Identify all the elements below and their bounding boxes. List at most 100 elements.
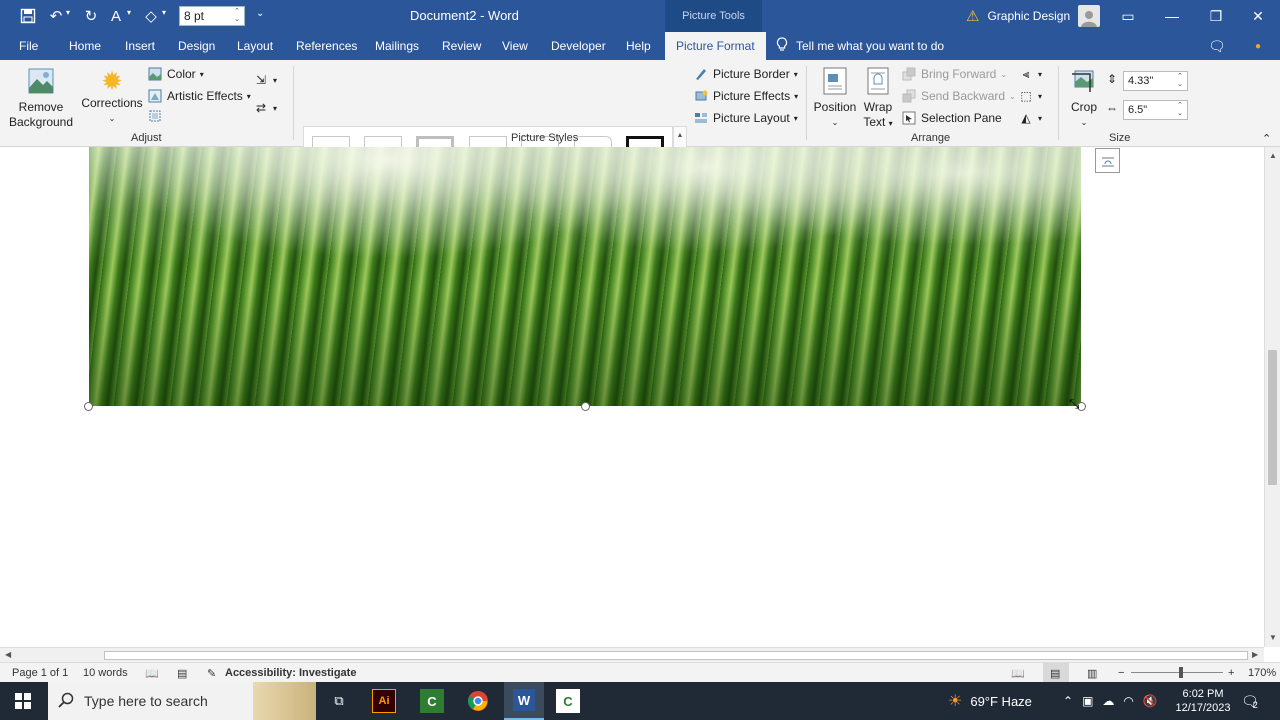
shape-height-field[interactable]: 4.33" ⌃ ⌄ — [1123, 71, 1188, 91]
horizontal-scrollbar[interactable]: ◀ ▶ — [0, 647, 1264, 662]
accessibility-icon[interactable]: ✎ — [207, 667, 216, 680]
tell-me-text[interactable]: Tell me what you want to do — [796, 39, 944, 53]
picture-border-button[interactable]: Picture Border ▾ — [693, 66, 798, 82]
scroll-right-icon[interactable]: ▶ — [1252, 650, 1258, 659]
resize-handle-bottom-middle[interactable] — [581, 402, 590, 411]
selection-pane-button[interactable]: Selection Pane — [901, 110, 1002, 126]
word-app-icon[interactable]: W — [504, 682, 544, 720]
save-icon[interactable] — [17, 5, 39, 27]
font-size-field[interactable]: 8 pt ⌃ ⌄ — [179, 6, 245, 26]
clock[interactable]: 6:02 PM 12/17/2023 — [1170, 682, 1236, 720]
document-canvas[interactable]: ⤡ — [0, 147, 1264, 647]
volume-muted-icon[interactable]: 🔇 — [1143, 694, 1158, 708]
tab-view[interactable]: View — [502, 32, 528, 60]
tab-insert[interactable]: Insert — [125, 32, 155, 60]
text-effects-icon[interactable]: A — [105, 5, 127, 27]
bring-forward-button[interactable]: Bring Forward ⌄ — [901, 66, 1007, 82]
tab-design[interactable]: Design — [178, 32, 215, 60]
weather-widget[interactable]: ☀ 69°F Haze — [948, 682, 1032, 720]
tab-picture-format[interactable]: Picture Format — [665, 32, 766, 60]
rotate-button[interactable]: ◭ ▾ — [1018, 110, 1042, 126]
zoom-slider[interactable] — [1131, 672, 1223, 673]
tray-overflow-icon[interactable]: ⌃ — [1063, 694, 1073, 708]
vertical-scrollbar[interactable]: ▲ ▼ — [1264, 147, 1280, 647]
tab-references[interactable]: References — [296, 32, 357, 60]
zoom-in-icon[interactable]: + — [1228, 667, 1234, 679]
vertical-scroll-thumb[interactable] — [1268, 350, 1277, 485]
shape-width-spin-icon[interactable]: ⌃ ⌄ — [1177, 102, 1183, 118]
windows-start-icon[interactable] — [9, 687, 37, 715]
transparency-button[interactable] — [147, 108, 163, 124]
word-count[interactable]: 10 words — [83, 667, 128, 679]
print-layout-icon[interactable]: ▤ — [1043, 663, 1069, 683]
taskbar-search-box[interactable]: Type here to search — [48, 682, 316, 720]
tell-me-search[interactable]: Tell me what you want to do — [776, 32, 944, 60]
illustrator-app-icon[interactable]: Ai — [372, 689, 396, 713]
proofing-icon[interactable]: 📖 — [145, 667, 159, 680]
tab-developer[interactable]: Developer — [551, 32, 606, 60]
zoom-out-icon[interactable]: − — [1118, 667, 1124, 679]
text-effects-dropdown-icon[interactable]: ▾ — [127, 8, 131, 17]
accessibility-status[interactable]: Accessibility: Investigate — [225, 667, 356, 679]
artistic-effects-button[interactable]: Artistic Effects ▾ — [147, 88, 251, 104]
tray-cloud-icon[interactable]: ☁ — [1102, 694, 1114, 708]
comments-icon[interactable]: 🗨 — [1208, 32, 1226, 60]
grass-picture[interactable] — [89, 147, 1081, 406]
scroll-left-icon[interactable]: ◀ — [5, 650, 11, 659]
align-button[interactable]: ⫷ ▾ — [1018, 66, 1042, 82]
zoom-slider-thumb[interactable] — [1179, 667, 1183, 678]
camtasia-app-icon[interactable]: C — [420, 689, 444, 713]
system-tray[interactable]: ⌃ ▣ ☁ ◠ 🔇 — [1063, 682, 1158, 720]
scroll-down-icon[interactable]: ▼ — [1269, 633, 1277, 642]
undo-icon[interactable]: ↶ — [45, 5, 67, 27]
group-objects-button[interactable]: ⬚ ▾ — [1018, 88, 1042, 104]
send-backward-button[interactable]: Send Backward ⌄ — [901, 88, 1016, 104]
tab-file[interactable]: File — [19, 32, 38, 60]
tab-review[interactable]: Review — [442, 32, 481, 60]
font-size-spin-icon[interactable]: ⌃ ⌄ — [234, 8, 240, 24]
minimize-button[interactable]: — — [1150, 0, 1194, 32]
chrome-app-icon[interactable] — [464, 687, 492, 715]
page-count[interactable]: Page 1 of 1 — [12, 667, 68, 679]
shape-width-field[interactable]: 6.5" ⌃ ⌄ — [1123, 100, 1188, 120]
task-view-icon[interactable]: ⧉ — [325, 687, 353, 715]
shape-height-spin-icon[interactable]: ⌃ ⌄ — [1177, 73, 1183, 89]
account-name[interactable]: Graphic Design — [987, 9, 1070, 23]
wifi-icon[interactable]: ◠ — [1123, 694, 1133, 708]
tab-home[interactable]: Home — [69, 32, 101, 60]
notification-center-icon[interactable]: 🗨 2 — [1241, 682, 1264, 720]
tab-help[interactable]: Help — [626, 32, 651, 60]
zoom-level[interactable]: 170% — [1248, 667, 1276, 679]
tab-layout[interactable]: Layout — [237, 32, 273, 60]
scroll-up-icon[interactable]: ▲ — [1269, 151, 1277, 160]
shape-fill-icon[interactable]: ◇ — [140, 5, 162, 27]
ribbon-display-options-icon[interactable]: ▭ — [1106, 0, 1150, 32]
corrections-button[interactable]: ✹ Corrections ⌄ — [80, 66, 144, 126]
avatar[interactable] — [1078, 5, 1101, 27]
compress-pictures-button[interactable]: ⇲ ▾ — [253, 72, 277, 88]
resize-handle-bottom-left[interactable] — [84, 402, 93, 411]
change-picture-button[interactable]: ⇄ ▾ — [253, 100, 277, 116]
close-button[interactable]: ✕ — [1236, 0, 1280, 32]
undo-dropdown-icon[interactable]: ▾ — [66, 8, 70, 17]
collapse-ribbon-icon[interactable]: ⌃ — [1262, 132, 1271, 145]
web-layout-icon[interactable]: ▥ — [1087, 667, 1097, 680]
warning-triangle-icon[interactable]: ⚠ — [966, 7, 979, 25]
horizontal-scroll-thumb[interactable] — [104, 651, 1248, 660]
picture-layout-button[interactable]: Picture Layout ▾ — [693, 110, 798, 126]
wrap-text-button[interactable]: Wrap Text ▾ — [860, 66, 896, 131]
customize-toolbar-icon[interactable]: ⌄ — [256, 8, 264, 19]
crop-button[interactable]: Crop ⌄ — [1064, 66, 1104, 130]
shape-fill-dropdown-icon[interactable]: ▾ — [162, 8, 166, 17]
camtasia-recorder-app-icon[interactable]: C — [556, 689, 580, 713]
gallery-up-icon[interactable]: ▲ — [677, 132, 684, 139]
remove-background-button[interactable]: Remove Background — [8, 66, 74, 130]
account-area[interactable]: ⚠ Graphic Design — [966, 0, 1101, 32]
redo-icon[interactable]: ↻ — [80, 5, 102, 27]
restore-button[interactable]: ❐ — [1194, 0, 1238, 32]
position-button[interactable]: Position ⌄ — [812, 66, 858, 130]
tab-mailings[interactable]: Mailings — [375, 32, 419, 60]
read-mode-icon[interactable]: 📖 — [1011, 667, 1025, 680]
color-button[interactable]: Color ▾ — [147, 66, 204, 82]
macro-icon[interactable]: ▤ — [177, 667, 187, 680]
